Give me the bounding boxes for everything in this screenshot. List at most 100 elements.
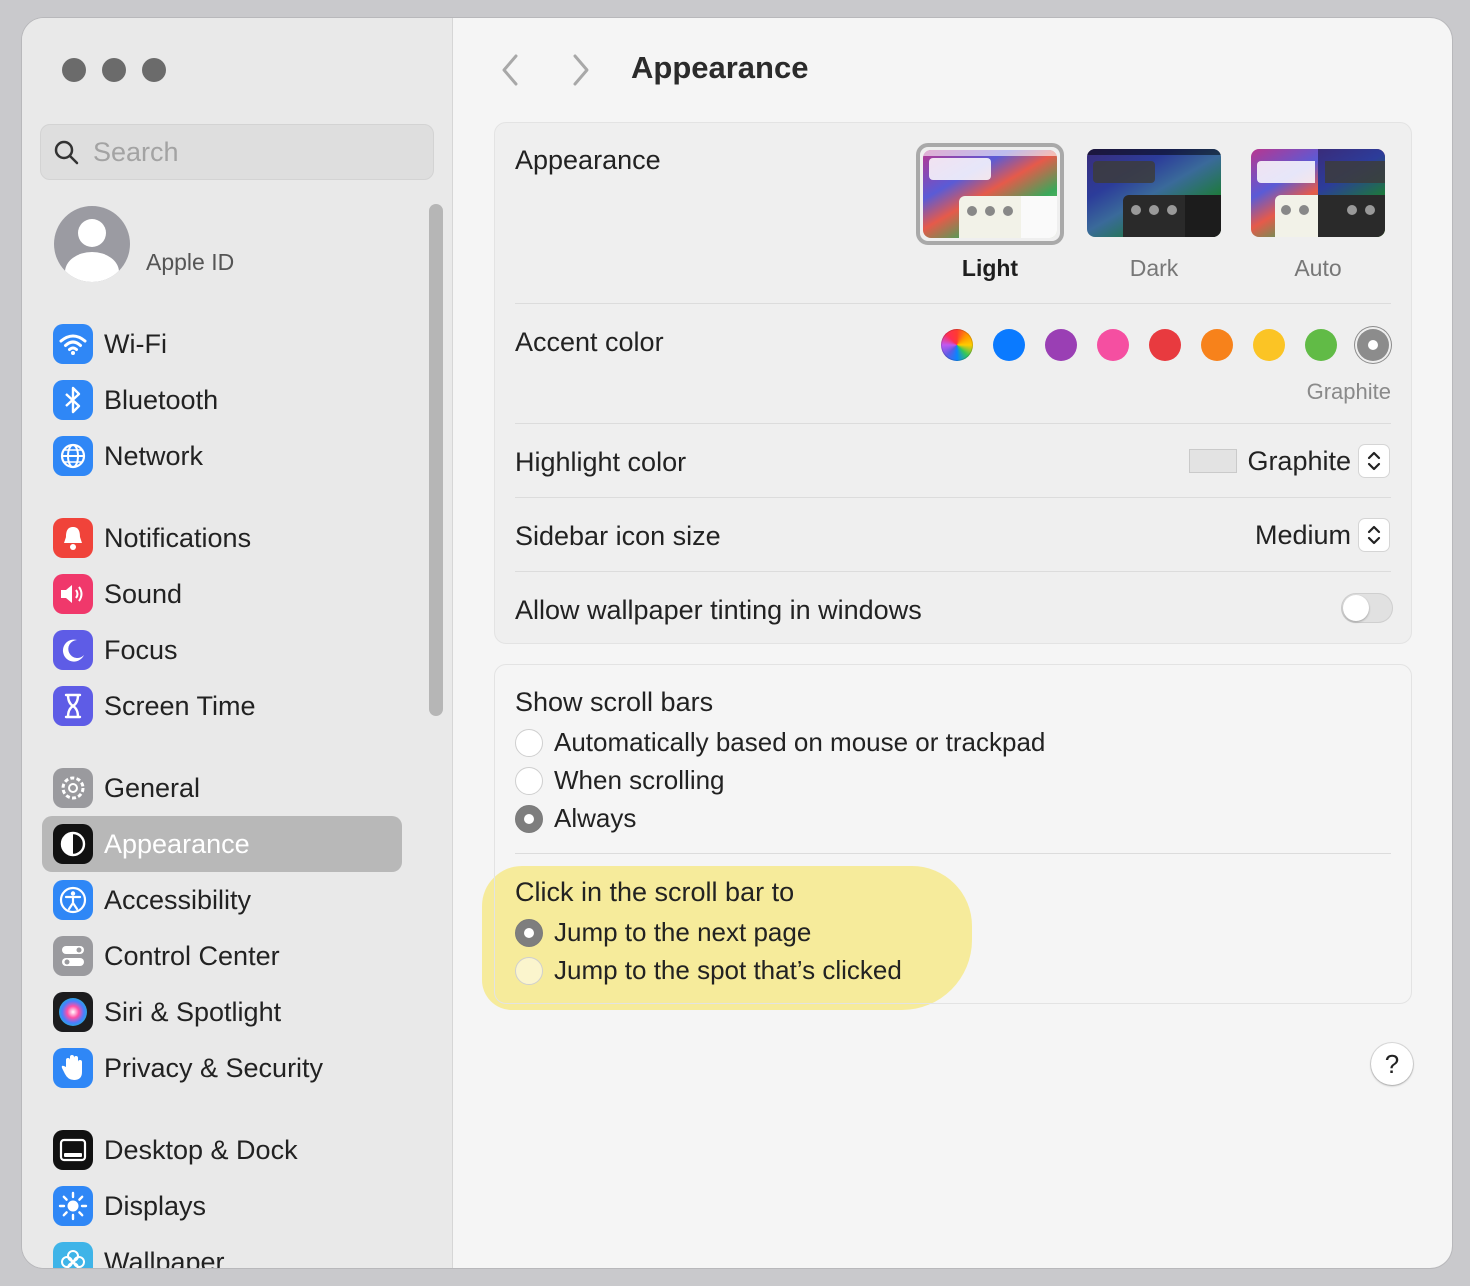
scroll-bar-settings-card: Show scroll bars Automatically based on … (494, 664, 1412, 1004)
sidebar-item-siri-spotlight[interactable]: Siri & Spotlight (42, 984, 402, 1040)
accent-swatch-blue[interactable] (993, 329, 1025, 361)
bell-icon (53, 518, 93, 558)
back-button[interactable] (495, 50, 525, 90)
sidebar-item-focus[interactable]: Focus (42, 622, 402, 678)
sidebar-item-label: Appearance (104, 828, 250, 859)
up-down-chevron-icon (1359, 519, 1389, 551)
sidebar-item-label: Bluetooth (104, 384, 219, 415)
highlight-color-swatch (1189, 449, 1238, 473)
flower-icon (53, 1242, 93, 1268)
sidebar-item-label: Siri & Spotlight (104, 996, 282, 1027)
radio-label: Always (554, 803, 637, 833)
sidebar-scrollbar[interactable] (429, 204, 443, 716)
sidebar-item-label: Focus (104, 634, 178, 665)
accent-swatch-graphite[interactable] (1357, 329, 1389, 361)
radio-button[interactable] (515, 728, 543, 757)
sidebar-item-label: Privacy & Security (104, 1052, 324, 1083)
radio-button[interactable] (515, 918, 543, 947)
sidebar-item-notifications[interactable]: Notifications (42, 510, 402, 566)
light-thumbnail (923, 150, 1057, 238)
accent-swatch-multicolor[interactable] (941, 329, 973, 361)
sidebar-item-label: Accessibility (104, 884, 252, 915)
wifi-icon (53, 324, 93, 364)
sidebar-item-label: General (104, 772, 201, 803)
apple-id-label: Apple ID (146, 249, 235, 275)
accent-swatch-green[interactable] (1305, 329, 1337, 361)
sidebar-item-wifi[interactable]: Wi-Fi (42, 316, 402, 372)
sidebar-item-privacy-security[interactable]: Privacy & Security (42, 1040, 402, 1096)
radio-label: When scrolling (554, 765, 725, 795)
close-window-button[interactable] (62, 58, 86, 82)
sidebar-item-network[interactable]: Network (42, 428, 402, 484)
accessibility-icon (53, 880, 93, 920)
window-controls (62, 58, 166, 82)
divider (515, 853, 1391, 854)
appearance-option-light[interactable] (916, 143, 1064, 245)
radio-scroll-always[interactable]: Always (515, 803, 636, 834)
accent-selected-name: Graphite (1306, 379, 1391, 404)
moon-icon (53, 630, 93, 670)
sidebar-item-label: Wallpaper (104, 1246, 225, 1269)
chevron-left-icon (502, 54, 518, 86)
wallpaper-tinting-toggle[interactable] (1341, 593, 1393, 623)
sidebar-item-appearance[interactable]: Appearance (42, 816, 402, 872)
radio-scroll-automatic[interactable]: Automatically based on mouse or trackpad (515, 727, 1045, 758)
accent-swatch-red[interactable] (1149, 329, 1181, 361)
divider (515, 423, 1391, 424)
sidebar-icon-size-value: Medium (1254, 519, 1351, 550)
accent-color-label: Accent color (515, 327, 664, 357)
radio-jump-spot-clicked[interactable]: Jump to the spot that’s clicked (515, 955, 902, 986)
sidebar-item-desktop-dock[interactable]: Desktop & Dock (42, 1122, 402, 1178)
hand-icon (53, 1048, 93, 1088)
radio-button[interactable] (515, 804, 543, 833)
sidebar-item-bluetooth[interactable]: Bluetooth (42, 372, 402, 428)
show-scroll-bars-label: Show scroll bars (515, 687, 714, 717)
accent-swatch-orange[interactable] (1201, 329, 1233, 361)
sidebar-item-wallpaper[interactable]: Wallpaper (42, 1234, 402, 1268)
avatar (54, 206, 130, 282)
appearance-option-label: Light (961, 255, 1019, 281)
radio-jump-next-page[interactable]: Jump to the next page (515, 917, 811, 948)
sidebar: Apple ID Wi-Fi Bluetooth Network (22, 18, 453, 1268)
appearance-option-label: Dark (1129, 255, 1179, 281)
accent-swatch-yellow[interactable] (1253, 329, 1285, 361)
sidebar-item-control-center[interactable]: Control Center (42, 928, 402, 984)
sidebar-item-accessibility[interactable]: Accessibility (42, 872, 402, 928)
radio-label: Jump to the spot that’s clicked (554, 955, 902, 985)
zoom-window-button[interactable] (142, 58, 166, 82)
highlight-color-popup[interactable]: Graphite (1189, 445, 1389, 477)
forward-button[interactable] (566, 50, 596, 90)
radio-button[interactable] (515, 766, 543, 795)
appearance-settings-card: Appearance Light Dark Auto Accent color … (494, 122, 1412, 644)
sidebar-icon-size-label: Sidebar icon size (515, 521, 721, 551)
appearance-icon (53, 824, 93, 864)
sidebar-item-label: Sound (104, 578, 183, 609)
radio-button[interactable] (515, 956, 543, 985)
search-field[interactable] (40, 124, 434, 180)
sidebar-item-sound[interactable]: Sound (42, 566, 402, 622)
accent-swatch-pink[interactable] (1097, 329, 1129, 361)
toggles-icon (53, 936, 93, 976)
minimize-window-button[interactable] (102, 58, 126, 82)
click-scroll-bar-label: Click in the scroll bar to (515, 877, 795, 907)
sidebar-item-displays[interactable]: Displays (42, 1178, 402, 1234)
gear-icon (53, 768, 93, 808)
radio-label: Automatically based on mouse or trackpad (554, 727, 1046, 757)
chevron-right-icon (573, 54, 589, 86)
sidebar-item-screen-time[interactable]: Screen Time (42, 678, 402, 734)
appearance-option-auto[interactable] (1251, 149, 1385, 237)
highlight-color-label: Highlight color (515, 447, 687, 477)
sidebar-icon-size-popup[interactable]: Medium (1255, 519, 1389, 551)
help-button[interactable]: ? (1371, 1043, 1413, 1085)
search-input[interactable] (93, 136, 393, 168)
divider (515, 571, 1391, 572)
appearance-option-dark[interactable] (1087, 149, 1221, 237)
sidebar-item-label: Network (104, 440, 204, 471)
accent-swatch-purple[interactable] (1045, 329, 1077, 361)
sun-icon (53, 1186, 93, 1226)
apple-id-item[interactable]: Apple ID (54, 206, 234, 282)
radio-scroll-when-scrolling[interactable]: When scrolling (515, 765, 725, 796)
speaker-icon (53, 574, 93, 614)
sidebar-item-general[interactable]: General (42, 760, 402, 816)
sidebar-item-label: Notifications (104, 522, 252, 553)
